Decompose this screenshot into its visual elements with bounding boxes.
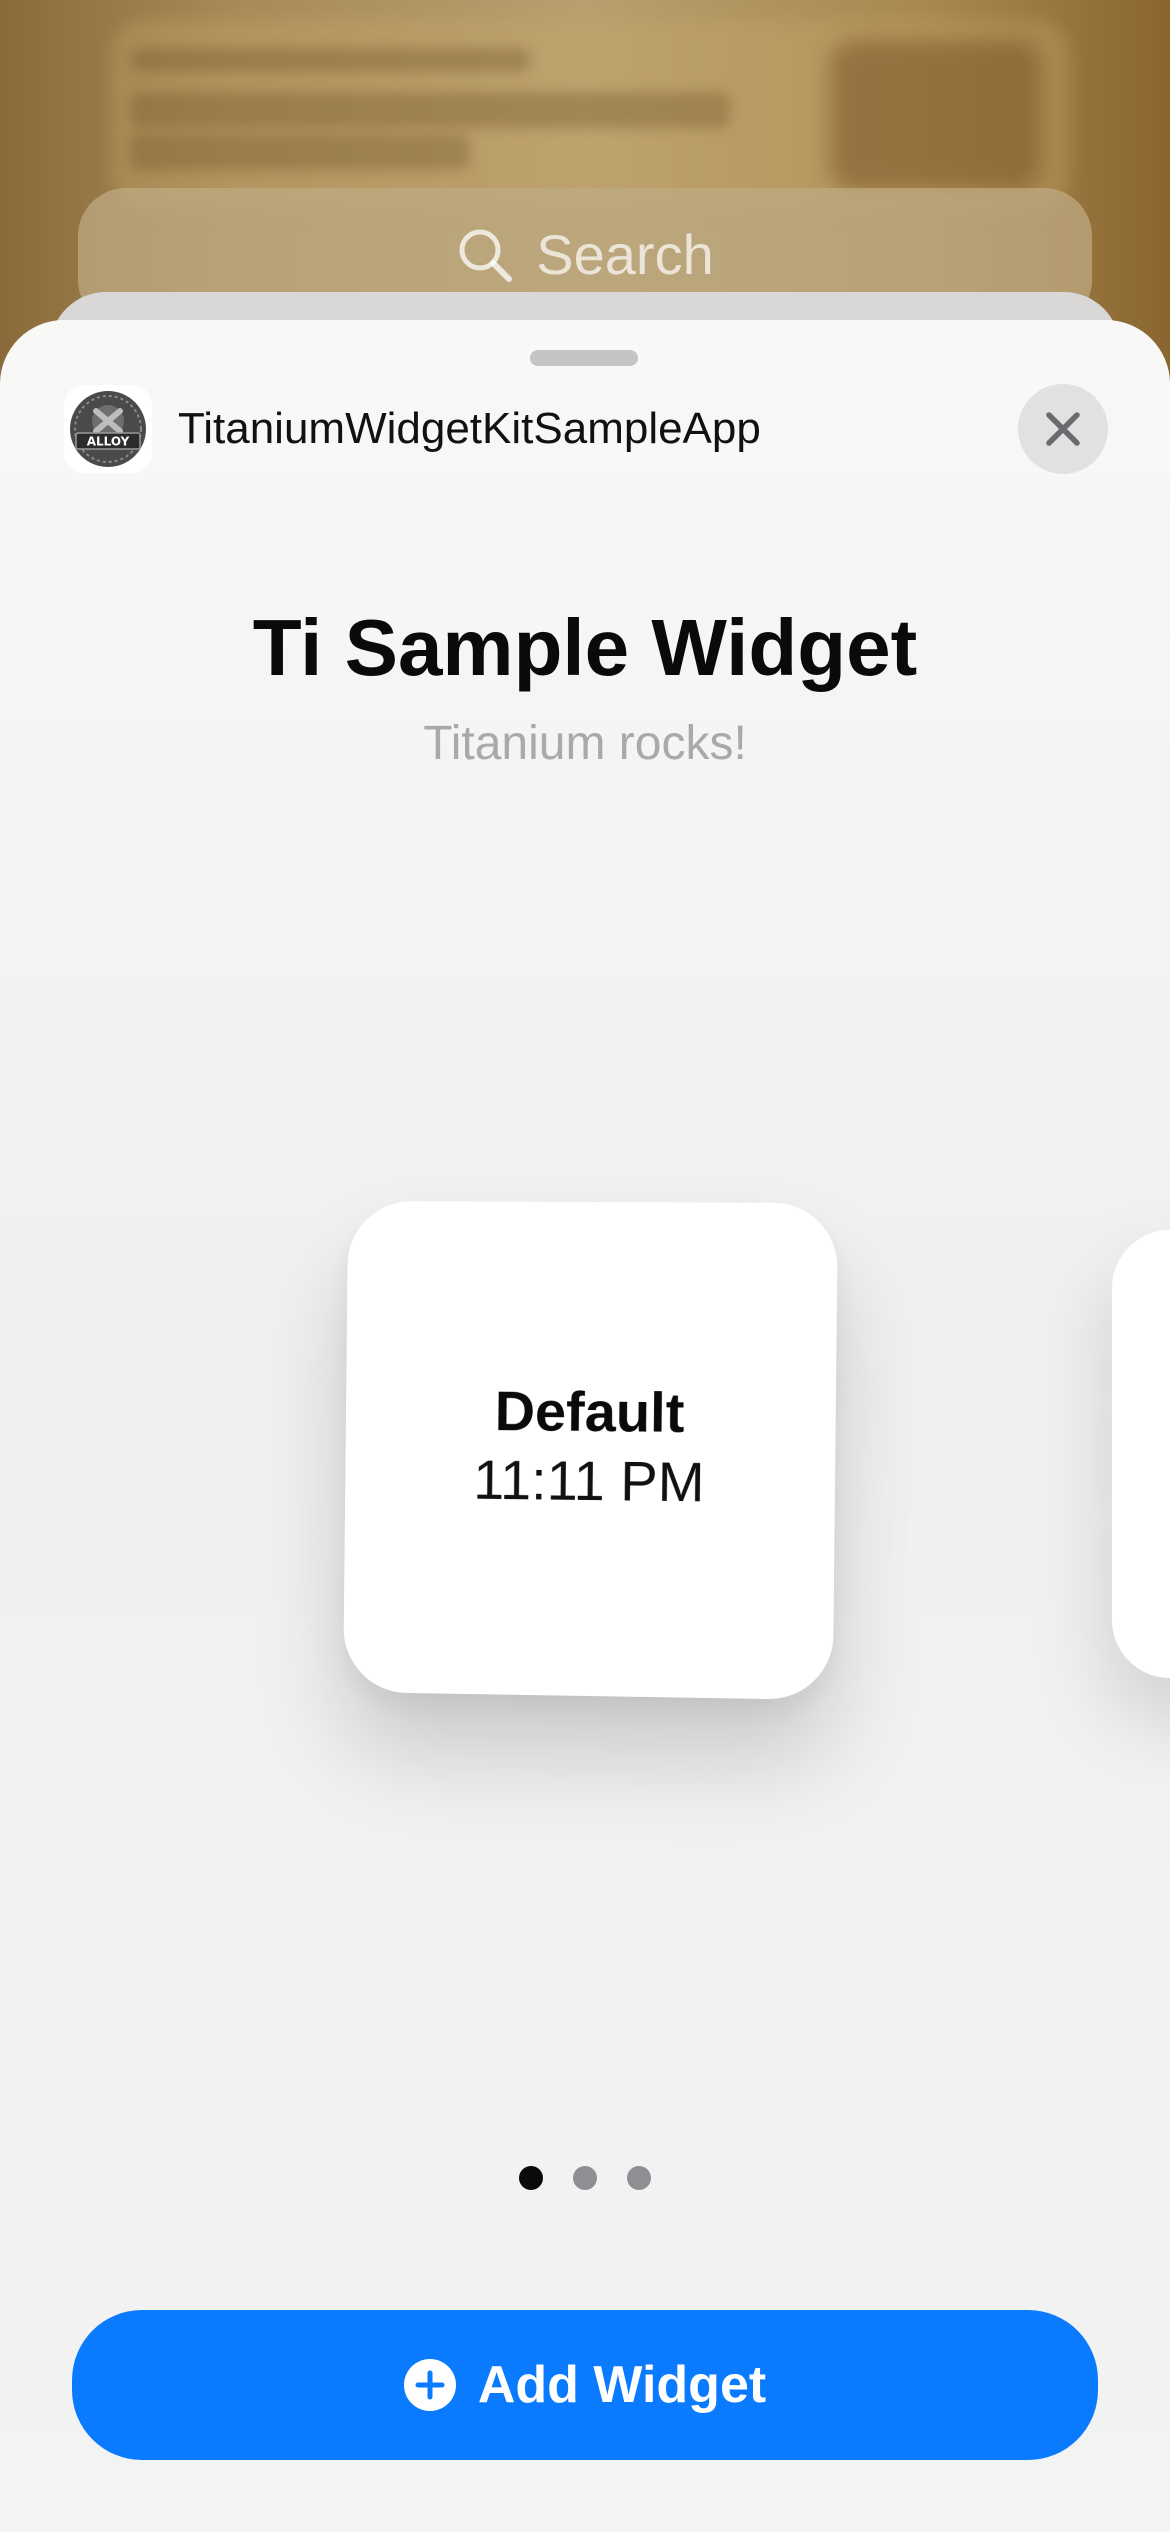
widget-gallery-sheet: ALLOY TitaniumWidgetKitSampleApp Ti Samp… [0, 320, 1170, 2532]
search-icon [459, 229, 513, 282]
app-name: TitaniumWidgetKitSampleApp [178, 404, 761, 453]
background-text-line [130, 134, 470, 170]
background-text-line [130, 48, 530, 72]
sheet-grabber[interactable] [530, 350, 638, 366]
widget-preview-card-next[interactable] [1112, 1230, 1170, 1678]
widget-preview-title: Default [494, 1379, 685, 1444]
close-icon [1046, 412, 1080, 446]
widget-title: Ti Sample Widget [252, 603, 918, 692]
add-widget-label: Add Widget [477, 2356, 767, 2414]
page-indicator[interactable] [0, 2166, 1170, 2190]
close-button[interactable] [1018, 384, 1108, 474]
alloy-logo-icon: ALLOY [70, 391, 146, 467]
add-widget-button[interactable]: Add Widget [72, 2310, 1098, 2460]
search-placeholder: Search [536, 223, 714, 286]
page-dot-3[interactable] [627, 2166, 651, 2190]
page-dot-2[interactable] [573, 2166, 597, 2190]
background-thumbnail [830, 40, 1040, 190]
page-dot-1[interactable] [519, 2166, 543, 2190]
app-header: ALLOY TitaniumWidgetKitSampleApp [64, 384, 761, 474]
widget-gallery-screen: Search ALLOY TitaniumWidgetKitSampleApp [0, 0, 1170, 2532]
background-text-line [130, 92, 730, 128]
widget-preview-time: 11:11 PM [473, 1447, 705, 1514]
plus-circle-icon [403, 2359, 456, 2411]
app-icon: ALLOY [64, 385, 152, 473]
widget-preview-card[interactable]: Default 11:11 PM [343, 1200, 838, 1701]
svg-text:ALLOY: ALLOY [87, 435, 130, 449]
widget-subtitle: Titanium rocks! [423, 717, 747, 770]
